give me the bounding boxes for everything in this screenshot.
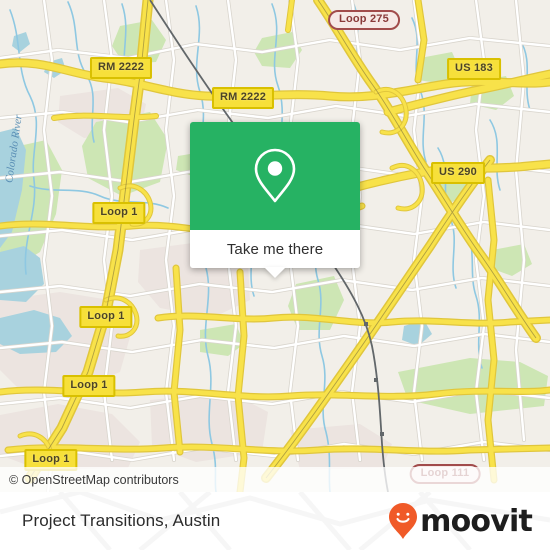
road-shield: Loop 1: [79, 306, 133, 328]
map-attribution: © OpenStreetMap contributors: [0, 467, 550, 492]
popup-action-bar[interactable]: Take me there: [190, 230, 360, 278]
attribution-text: © OpenStreetMap contributors: [9, 472, 179, 487]
map-pin-icon: [254, 148, 296, 203]
map-screenshot: Colorado River Loop 275 RM 2222 US 183 RM 2…: [0, 0, 550, 550]
map-canvas[interactable]: Colorado River Loop 275 RM 2222 US 183 RM 2…: [0, 0, 550, 492]
moovit-wordmark: moovit: [420, 503, 533, 539]
road-shield: Loop 1: [92, 202, 146, 224]
take-me-there-label: Take me there: [226, 240, 324, 258]
footer-bar: Project Transitions, Austin moovit: [0, 492, 550, 550]
road-shield: US 183: [447, 58, 501, 80]
page-title: Project Transitions, Austin: [22, 511, 221, 530]
moovit-pin-icon: [389, 503, 418, 539]
road-shield: Loop 275: [328, 10, 400, 30]
road-shield: US 290: [431, 162, 485, 184]
road-shield: RM 2222: [89, 57, 153, 79]
road-shield: Loop 1: [62, 375, 116, 397]
popup-image-panel: [190, 122, 360, 230]
road-shield: RM 2222: [211, 87, 275, 109]
moovit-logo[interactable]: moovit: [388, 502, 533, 540]
location-popup[interactable]: Take me there: [190, 122, 360, 278]
popup-pointer: [264, 267, 286, 278]
